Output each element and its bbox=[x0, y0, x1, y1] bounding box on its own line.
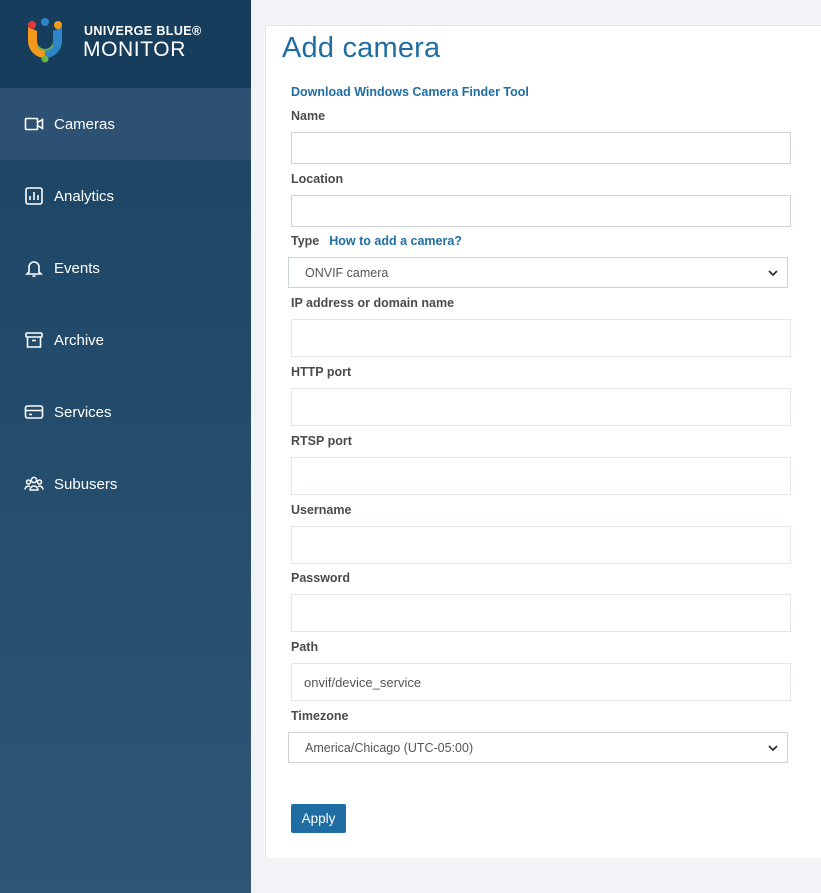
users-icon bbox=[24, 474, 44, 494]
camera-type-select[interactable]: ONVIF camera bbox=[288, 257, 788, 288]
rtsp-port-label: RTSP port bbox=[291, 434, 352, 448]
apply-button[interactable]: Apply bbox=[291, 804, 346, 833]
sidebar-item-cameras[interactable]: Cameras bbox=[0, 88, 251, 160]
chevron-down-icon bbox=[768, 745, 778, 752]
location-input[interactable] bbox=[291, 195, 791, 227]
chevron-down-icon bbox=[768, 270, 778, 277]
how-to-add-camera-link[interactable]: How to add a camera? bbox=[329, 234, 462, 248]
sidebar-item-label: Services bbox=[54, 403, 112, 421]
brand-line-1: UNIVERGE BLUE® bbox=[84, 24, 202, 38]
sidebar-item-services[interactable]: Services bbox=[0, 376, 251, 448]
name-input[interactable] bbox=[291, 132, 791, 164]
sidebar-item-label: Analytics bbox=[54, 187, 115, 205]
timezone-select[interactable]: America/Chicago (UTC-05:00) bbox=[288, 732, 788, 763]
archive-icon bbox=[24, 330, 44, 350]
title-tab: Add camera bbox=[266, 26, 456, 84]
bell-icon bbox=[24, 258, 44, 278]
sidebar-item-label: Subusers bbox=[54, 475, 118, 493]
ip-address-input[interactable] bbox=[291, 319, 791, 357]
sidebar-item-label: Archive bbox=[54, 331, 105, 349]
location-label: Location bbox=[291, 172, 344, 186]
camera-finder-download-link[interactable]: Download Windows Camera Finder Tool bbox=[291, 85, 529, 99]
sidebar-item-archive[interactable]: Archive bbox=[0, 304, 251, 376]
brand-logo-icon bbox=[28, 18, 62, 63]
type-label: Type bbox=[291, 234, 320, 248]
page-title: Add camera bbox=[282, 32, 441, 64]
brand-line-2: MONITOR bbox=[83, 38, 186, 61]
username-label: Username bbox=[291, 503, 352, 517]
sidebar-nav: Cameras Analytics Events Archive Service… bbox=[0, 88, 251, 520]
path-label: Path bbox=[291, 640, 319, 654]
http-port-input[interactable] bbox=[291, 388, 791, 426]
timezone-label: Timezone bbox=[291, 709, 349, 723]
sidebar-item-analytics[interactable]: Analytics bbox=[0, 160, 251, 232]
type-row: Type How to add a camera? bbox=[291, 234, 462, 248]
camera-type-value: ONVIF camera bbox=[305, 265, 389, 280]
ip-address-label: IP address or domain name bbox=[291, 296, 455, 310]
sidebar-item-subusers[interactable]: Subusers bbox=[0, 448, 251, 520]
card-icon bbox=[24, 402, 44, 422]
sidebar: UNIVERGE BLUE® MONITOR Cameras Analytics… bbox=[0, 0, 251, 893]
sidebar-item-events[interactable]: Events bbox=[0, 232, 251, 304]
name-label: Name bbox=[291, 109, 326, 123]
password-input[interactable] bbox=[291, 594, 791, 632]
rtsp-port-input[interactable] bbox=[291, 457, 791, 495]
add-camera-panel: Add camera Download Windows Camera Finde… bbox=[265, 25, 821, 858]
sidebar-item-label: Cameras bbox=[54, 115, 115, 133]
password-label: Password bbox=[291, 571, 351, 585]
camera-icon bbox=[24, 114, 44, 134]
analytics-icon bbox=[24, 186, 44, 206]
username-input[interactable] bbox=[291, 526, 791, 564]
path-input[interactable] bbox=[291, 663, 791, 701]
http-port-label: HTTP port bbox=[291, 365, 352, 379]
sidebar-item-label: Events bbox=[54, 259, 100, 277]
logo[interactable]: UNIVERGE BLUE® MONITOR bbox=[0, 0, 251, 88]
timezone-value: America/Chicago (UTC-05:00) bbox=[305, 740, 474, 755]
